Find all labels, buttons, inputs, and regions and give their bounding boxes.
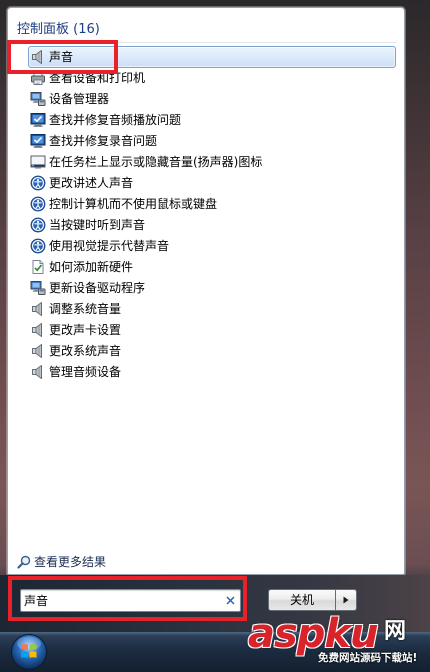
speaker-icon xyxy=(30,322,46,338)
result-label: 在任务栏上显示或隐藏音量(扬声器)图标 xyxy=(49,155,263,169)
result-add-new-hardware[interactable]: 如何添加新硬件 xyxy=(28,256,396,278)
speaker-icon xyxy=(30,364,46,380)
result-change-narrator-voice[interactable]: 更改讲述人声音 xyxy=(28,172,396,194)
result-label: 管理音频设备 xyxy=(49,365,122,379)
triangle-right-icon xyxy=(343,596,349,604)
speaker-icon xyxy=(30,301,46,317)
see-more-results-link[interactable]: 查看更多结果 xyxy=(17,553,217,571)
result-show-hide-volume-icon[interactable]: 在任务栏上显示或隐藏音量(扬声器)图标 xyxy=(28,151,396,173)
annotation-highlight-sound-result xyxy=(7,40,118,74)
result-use-computer-without-mouse-keyboard[interactable]: 控制计算机而不使用鼠标或键盘 xyxy=(28,193,396,215)
search-icon xyxy=(17,555,31,569)
device-manager-icon xyxy=(30,91,46,107)
result-device-manager[interactable]: 设备管理器 xyxy=(28,88,396,110)
watermark-logo-suffix: 网 xyxy=(384,619,407,644)
result-label: 使用视觉提示代替声音 xyxy=(49,239,170,253)
group-header-control-panel[interactable]: 控制面板 (16) xyxy=(17,21,100,39)
ease-of-access-icon xyxy=(30,175,46,191)
result-change-system-sounds[interactable]: 更改系统声音 xyxy=(28,340,396,362)
taskbar-icon xyxy=(30,154,46,170)
speaker-icon xyxy=(30,343,46,359)
result-label: 设备管理器 xyxy=(49,92,110,106)
result-label: 更改系统声音 xyxy=(49,344,122,358)
result-adjust-system-volume[interactable]: 调整系统音量 xyxy=(28,298,396,320)
see-more-results-label: 查看更多结果 xyxy=(34,555,107,569)
result-visual-alternatives-for-sounds[interactable]: 使用视觉提示代替声音 xyxy=(28,235,396,257)
ease-of-access-icon xyxy=(30,238,46,254)
result-hear-tone-on-keypress[interactable]: 当按键时听到声音 xyxy=(28,214,396,236)
result-label: 更改声卡设置 xyxy=(49,323,122,337)
result-label: 控制计算机而不使用鼠标或键盘 xyxy=(49,197,218,211)
result-label: 查找并修复录音问题 xyxy=(49,134,158,148)
result-label: 调整系统音量 xyxy=(49,302,122,316)
windows-orb-icon[interactable] xyxy=(10,633,48,671)
add-hardware-icon xyxy=(30,259,46,275)
troubleshoot-icon xyxy=(30,112,46,128)
result-label: 更改讲述人声音 xyxy=(49,176,134,190)
ease-of-access-icon xyxy=(30,196,46,212)
result-label: 更新设备驱动程序 xyxy=(49,281,146,295)
ease-of-access-icon xyxy=(30,217,46,233)
result-label: 如何添加新硬件 xyxy=(49,260,134,274)
search-results-pane: 控制面板 (16) 声音 查看设备和打印机 设备管理器 查找并修复音频播放问题 … xyxy=(7,7,405,575)
troubleshoot-icon xyxy=(30,133,46,149)
shutdown-options-button[interactable] xyxy=(335,589,357,611)
result-label: 当按键时听到声音 xyxy=(49,218,146,232)
result-troubleshoot-audio-recording[interactable]: 查找并修复录音问题 xyxy=(28,130,396,152)
watermark-logo: aspku xyxy=(248,611,379,657)
annotation-highlight-search-box xyxy=(8,576,247,621)
result-update-device-drivers[interactable]: 更新设备驱动程序 xyxy=(28,277,396,299)
result-troubleshoot-audio-playback[interactable]: 查找并修复音频播放问题 xyxy=(28,109,396,131)
device-manager-icon xyxy=(30,280,46,296)
result-label: 查找并修复音频播放问题 xyxy=(49,113,182,127)
shutdown-button[interactable]: 关机 xyxy=(268,589,336,611)
result-change-sound-card-settings[interactable]: 更改声卡设置 xyxy=(28,319,396,341)
start-menu-search: 控制面板 (16) 声音 查看设备和打印机 设备管理器 查找并修复音频播放问题 … xyxy=(0,0,430,672)
result-manage-audio-devices[interactable]: 管理音频设备 xyxy=(28,361,396,383)
watermark-tagline: 免费网站源码下载站! xyxy=(318,652,418,664)
